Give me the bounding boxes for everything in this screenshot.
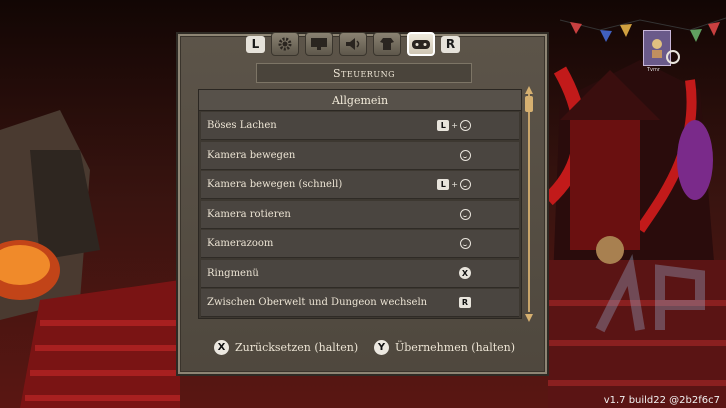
tab-prev-key[interactable]: L [246,35,265,53]
control-row[interactable]: Ringmenü X [201,259,519,288]
control-row[interactable]: Kamera rotieren [201,200,519,229]
scroll-track [528,94,530,312]
section-title: Steuerung [256,63,472,83]
control-label: Kamera rotieren [207,208,291,220]
version-label: v1.7 build22 @2b2f6c7 [603,395,720,406]
scrollbar[interactable] [525,86,533,322]
control-row[interactable]: Kamera bewegen [201,141,519,170]
control-binding: R [441,297,471,308]
shirt-icon [380,38,394,50]
right-stick-icon [460,238,471,249]
tab-audio[interactable] [339,32,367,56]
tab-appearance[interactable] [373,32,401,56]
l-bumper-icon: L [437,179,450,190]
tab-display[interactable] [305,32,333,56]
monitor-icon [311,38,327,50]
control-binding: L + [437,179,471,190]
right-stick-icon [666,50,680,64]
reset-action[interactable]: X Zurücksetzen (halten) [214,340,358,355]
x-button-icon: X [214,340,229,355]
control-binding [441,238,471,249]
tab-general[interactable] [271,32,299,56]
control-label: Kamerazoom [207,238,274,249]
control-binding [441,149,471,161]
control-binding [441,208,471,220]
control-label: Böses Lachen [207,120,277,131]
settings-tabs: L R [246,31,460,57]
control-label: Ringmenü [207,267,259,279]
gamepad-icon [412,40,430,49]
control-binding: X [441,267,471,279]
control-row[interactable]: Kamerazoom [201,230,519,258]
right-stick-icon [460,149,471,161]
portrait-icon [652,39,662,58]
x-button-icon: X [459,267,471,279]
scroll-thumb[interactable] [525,96,533,112]
control-label: Kamera bewegen [207,149,296,161]
apply-label: Übernehmen (halten) [395,341,516,354]
scroll-down-arrow-icon[interactable] [525,314,533,322]
apply-action[interactable]: Y Übernehmen (halten) [374,340,515,355]
l-bumper-icon: L [437,120,450,131]
y-button-icon: Y [374,340,389,355]
control-binding: L + [437,120,471,131]
gear-icon [278,37,292,51]
controls-list: Allgemein Böses Lachen L + Kamera bewegen Ka… [198,89,522,319]
plus-separator: + [451,180,458,189]
right-stick-icon [460,120,471,131]
control-row[interactable]: Zwischen Oberwelt und Dungeon wechseln R [201,289,519,317]
control-label: Zwischen Oberwelt und Dungeon wechseln [207,297,428,308]
plus-separator: + [451,121,458,130]
right-stick-icon [460,179,471,190]
tab-controls[interactable] [407,32,435,56]
speaker-icon [346,38,360,50]
right-stick-icon [460,208,471,220]
control-label: Kamera bewegen (schnell) [207,179,343,190]
scroll-up-arrow-icon[interactable] [525,86,533,94]
r-bumper-icon: R [459,297,471,308]
tab-next-key[interactable]: R [441,35,460,53]
control-row[interactable]: Böses Lachen L + [201,112,519,140]
avatar-label: Tvmr [647,67,660,73]
list-category-header: Allgemein [199,90,521,111]
control-row[interactable]: Kamera bewegen (schnell) L + [201,171,519,199]
reset-label: Zurücksetzen (halten) [235,341,359,354]
